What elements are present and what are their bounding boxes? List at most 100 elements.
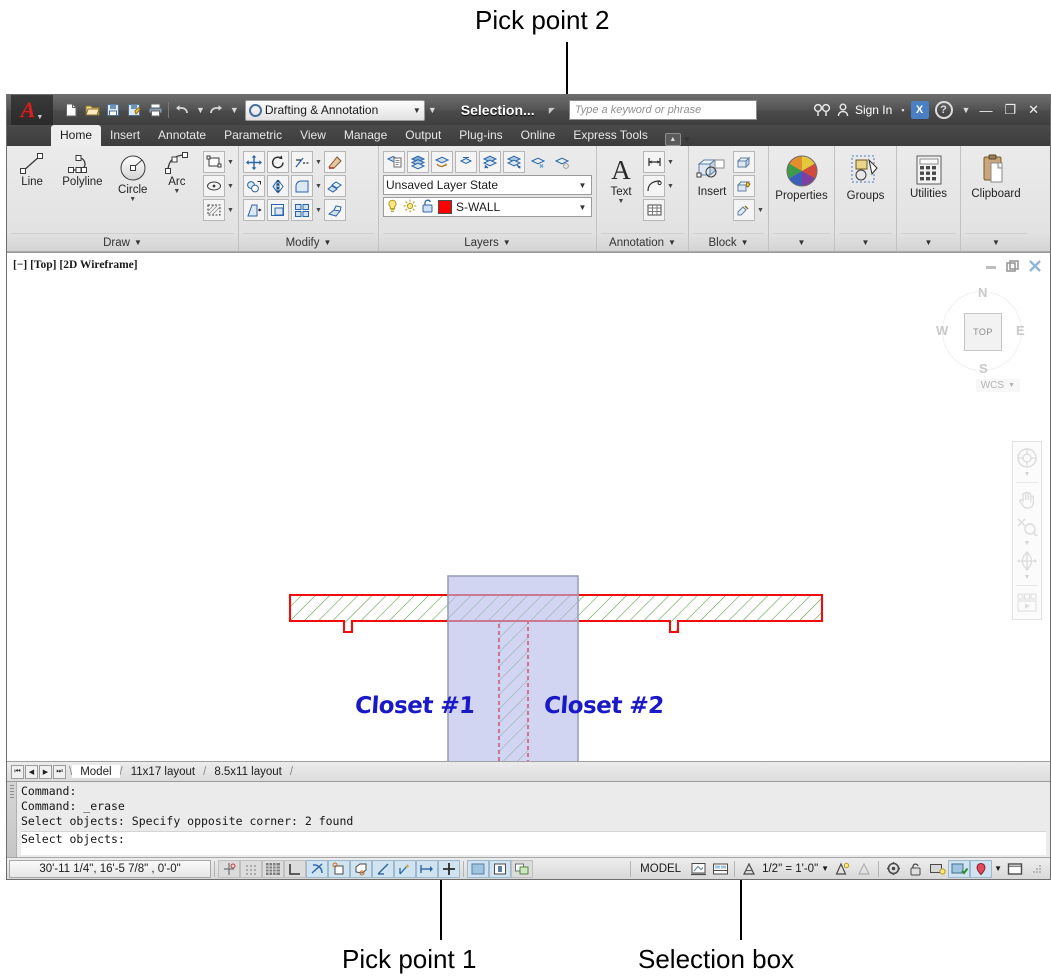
current-layer-selector[interactable]: S-WALL ▼ <box>383 197 592 217</box>
chevron-down-icon[interactable]: ▼ <box>413 106 421 115</box>
edit-attribute-icon[interactable] <box>733 175 755 197</box>
trim-icon[interactable] <box>291 151 313 173</box>
tab-insert[interactable]: Insert <box>101 125 149 146</box>
explode-icon[interactable] <box>324 199 346 221</box>
chevron-down-icon[interactable]: ▼ <box>992 864 1004 873</box>
tab-manage[interactable]: Manage <box>335 125 396 146</box>
panel-annotation-title[interactable]: Annotation ▼ <box>601 233 684 251</box>
scale-icon[interactable] <box>267 199 289 221</box>
title-dropdown-icon[interactable]: ◤ <box>549 106 555 115</box>
user-icon[interactable] <box>837 103 849 117</box>
workspace-switching-icon[interactable] <box>882 860 904 878</box>
layer-off-icon[interactable] <box>551 151 573 173</box>
polyline-button[interactable]: Polyline <box>55 151 109 188</box>
chevron-down-icon[interactable]: ▼ <box>315 207 322 214</box>
chevron-down-icon[interactable]: ▼ <box>173 188 180 195</box>
annotation-scale-icon[interactable] <box>738 860 760 878</box>
move-icon[interactable] <box>243 151 265 173</box>
layer-isolate-icon[interactable] <box>479 151 501 173</box>
infer-constraints-icon[interactable] <box>218 859 240 878</box>
tab-online[interactable]: Online <box>512 125 565 146</box>
plot-icon[interactable] <box>145 100 165 120</box>
layer-make-current-icon[interactable] <box>431 151 453 173</box>
autodesk-exchange-icon[interactable]: X <box>910 101 929 119</box>
chevron-down-icon[interactable]: ▼ <box>862 238 870 247</box>
room-label-closet-1[interactable]: Closet #1 <box>354 693 475 719</box>
erase-icon[interactable] <box>324 151 346 173</box>
insert-block-button[interactable]: Insert <box>693 151 731 198</box>
annotation-visibility-icon[interactable] <box>831 860 853 878</box>
quick-view-layouts-icon[interactable] <box>709 860 731 878</box>
chevron-down-icon[interactable]: ▼ <box>757 207 764 214</box>
rotate-icon[interactable] <box>267 151 289 173</box>
selection-cycling-icon[interactable] <box>489 859 511 878</box>
workspace-selector[interactable]: Drafting & Annotation ▼ <box>244 99 425 121</box>
define-attribute-icon[interactable] <box>733 199 755 221</box>
copy-icon[interactable] <box>243 175 265 197</box>
isolate-objects-icon[interactable] <box>948 859 971 878</box>
sign-in-button[interactable]: Sign In <box>855 103 892 117</box>
open-icon[interactable] <box>82 100 102 120</box>
fillet-icon[interactable] <box>291 175 313 197</box>
layout-prev-button[interactable]: ◀ <box>25 764 38 779</box>
layer-properties-icon[interactable] <box>383 151 405 173</box>
chevron-down-icon[interactable]: ▼ <box>315 183 322 190</box>
redo-dropdown-icon[interactable]: ▼ <box>230 105 239 115</box>
lineweight-icon[interactable] <box>438 859 460 878</box>
object-snap-tracking-icon[interactable] <box>372 859 394 878</box>
dimension-icon[interactable] <box>643 151 665 173</box>
chevron-down-icon[interactable]: ▼ <box>741 238 749 247</box>
tab-parametric[interactable]: Parametric <box>215 125 291 146</box>
polar-tracking-icon[interactable] <box>306 859 328 878</box>
command-line-grip[interactable] <box>7 782 17 857</box>
ribbon-minimize-control[interactable]: ▲ ▼ <box>664 133 691 146</box>
table-icon[interactable] <box>643 199 665 221</box>
panel-draw-title[interactable]: Draw ▼ <box>11 233 234 251</box>
circle-button[interactable]: Circle ▼ <box>112 151 154 203</box>
auto-scale-icon[interactable] <box>853 860 875 878</box>
sun-icon[interactable] <box>403 199 417 216</box>
rectangle-icon[interactable] <box>202 151 225 173</box>
help-dropdown-icon[interactable]: ▼ <box>962 105 971 115</box>
panel-layers-title[interactable]: Layers ▼ <box>383 233 592 251</box>
maximize-button[interactable]: ❐ <box>1001 102 1019 118</box>
stretch-icon[interactable] <box>243 199 265 221</box>
clipboard-button[interactable]: Clipboard <box>965 151 1027 200</box>
create-block-icon[interactable] <box>733 151 755 173</box>
room-label-closet-2[interactable]: Closet #2 <box>543 693 664 719</box>
chevron-down-icon[interactable]: ▼ <box>227 159 234 166</box>
status-bar-resize-grip[interactable] <box>1026 860 1048 878</box>
layout-first-button[interactable]: ⏮ <box>11 764 24 779</box>
coordinate-display[interactable]: 30'-11 1/4", 16'-5 7/8" , 0'-0" <box>9 859 211 878</box>
chevron-down-icon[interactable]: ▼ <box>227 207 234 214</box>
snap-mode-icon[interactable] <box>240 859 262 878</box>
undo-dropdown-icon[interactable]: ▼ <box>196 105 205 115</box>
chevron-down-icon[interactable]: ▼ <box>667 159 674 166</box>
model-space-icon[interactable] <box>687 860 709 878</box>
undo-icon[interactable] <box>172 100 192 120</box>
dynamic-ucs-icon[interactable] <box>394 859 416 878</box>
chevron-down-icon[interactable]: ▼ <box>315 159 322 166</box>
layer-unisolate-icon[interactable] <box>503 151 525 173</box>
panel-groups-title[interactable]: ▼ <box>839 233 892 251</box>
tab-home[interactable]: Home <box>51 125 102 146</box>
layer-freeze-icon[interactable] <box>527 151 549 173</box>
chevron-down-icon[interactable]: ▼ <box>129 196 136 203</box>
redo-icon[interactable] <box>206 100 226 120</box>
workspace-overflow-icon[interactable]: ▼ <box>428 105 437 115</box>
layout-last-button[interactable]: ⏭ <box>53 764 66 779</box>
search-input[interactable]: Type a keyword or phrase <box>568 100 757 120</box>
mirror-icon[interactable] <box>267 175 289 197</box>
drawing-area[interactable]: [−] [Top] [2D Wireframe] N S W E TOP WCS… <box>7 252 1050 761</box>
help-icon[interactable]: ? <box>934 101 953 119</box>
panel-modify-title[interactable]: Modify ▼ <box>243 233 374 251</box>
transparency-icon[interactable] <box>467 859 489 878</box>
array-icon[interactable] <box>324 175 346 197</box>
arc-button[interactable]: Arc ▼ <box>156 151 198 195</box>
grid-display-icon[interactable] <box>262 859 284 878</box>
text-button[interactable]: A Text ▼ <box>601 151 641 205</box>
object-snap-icon[interactable] <box>328 859 350 878</box>
tab-plugins[interactable]: Plug-ins <box>450 125 511 146</box>
hardware-acceleration-icon[interactable] <box>926 860 948 878</box>
space-toggle[interactable]: MODEL <box>634 863 687 875</box>
